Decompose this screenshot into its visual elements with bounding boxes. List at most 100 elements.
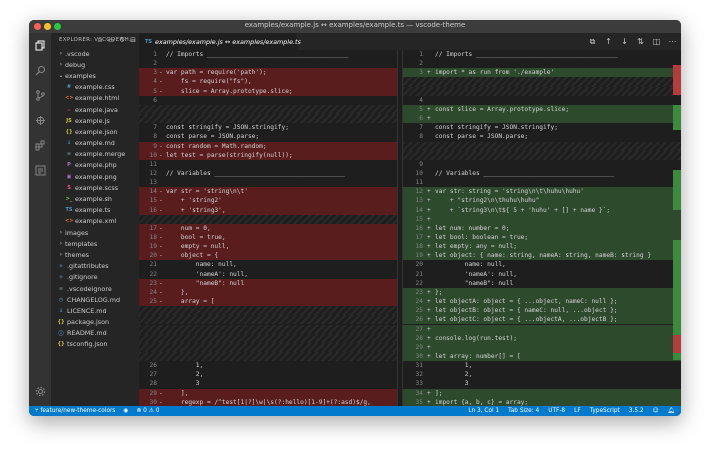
code-line[interactable]: 19 + let object: { name: string, nameA: st… [403,251,681,261]
code-line[interactable]: 17- num = 0, [139,223,397,233]
next-change-icon[interactable]: ↓ [620,37,629,46]
panel-icon[interactable] [34,164,46,176]
extensions-icon[interactable] [34,139,46,151]
problems-indicator[interactable]: ⊗ 0 ⚠ 0 [136,406,159,416]
code-line[interactable]: 8 const parse = JSON.parse; [139,132,397,141]
code-line[interactable]: 29- ], [139,388,397,398]
code-line[interactable]: 27 2, [139,370,397,379]
folder-item[interactable]: › images [51,227,139,238]
code-line[interactable]: 20- object = { [139,251,397,261]
code-line[interactable]: 21 'nameA': null, [403,270,681,279]
code-line[interactable]: 18 + let empty: any = null; [403,242,681,252]
code-line[interactable]: 15 + [403,214,681,224]
folder-item[interactable]: ⌄ examples [51,70,139,81]
code-line[interactable]: 21 name: null, [139,260,397,269]
tab-diff[interactable]: TS examples/example.js ↔ examples/exampl… [139,33,301,50]
code-line[interactable]: 19- empty = null, [139,242,397,252]
code-line[interactable]: 5- slice = Array.prototype.slice; [139,86,397,96]
code-line[interactable]: 17 + let bool: boolean = true; [403,233,681,243]
files-icon[interactable] [34,39,46,51]
language-mode[interactable]: TypeScript [590,406,620,416]
file-item[interactable]: Sexample.scss [51,182,139,193]
file-item[interactable]: Pexample.php [51,160,139,171]
encoding[interactable]: UTF-8 [548,406,565,416]
file-item[interactable]: ↓ example.md [51,138,139,149]
code-line[interactable]: 6 + [403,114,681,124]
code-line[interactable]: 13 [139,178,397,187]
code-line[interactable]: 35 + import {a, b, c} = array; [403,397,681,406]
code-line[interactable]: 8 const parse = JSON.parse; [403,132,681,141]
feedback-icon[interactable]: ☺ [653,406,659,416]
source-control-icon[interactable] [34,89,46,101]
file-item[interactable]: ◆ .gitignore [51,272,139,283]
file-item[interactable]: # example.css [51,82,139,93]
new-file-icon[interactable]: ▫ [96,36,104,44]
code-line[interactable]: 4 [403,96,681,105]
code-line[interactable]: 23 +}; [403,287,681,298]
code-line[interactable]: 16- + 'string3', [139,205,397,215]
code-line[interactable]: 12 + var str: string = 'string\n\t\huhu\hu… [403,187,681,197]
file-item[interactable]: <> example.html [51,93,139,104]
code-line[interactable]: 6 [139,96,397,105]
code-line[interactable]: 13 + + "string2\n\thuhu\huhu" [403,196,681,206]
code-line[interactable]: 26 + let objectC: object = { ...objectA, .… [403,315,681,325]
diff-original-pane[interactable]: 1 // Imports ____________________________… [139,50,397,406]
refresh-icon[interactable]: ↻ [118,36,126,44]
debug-icon[interactable] [34,114,46,126]
code-line[interactable]: 26 1, [139,361,397,370]
code-line[interactable]: 29 + [403,342,681,352]
folder-item[interactable]: › debug [51,59,139,70]
code-line[interactable]: 3 + import * as run from './example' [403,68,681,78]
code-line[interactable]: 16 + let num: number = 0; [403,223,681,233]
file-item[interactable]: ◆ .gitattributes [51,261,139,272]
file-item[interactable]: ☕ example.java [51,104,139,115]
folder-item[interactable]: › themes [51,249,139,260]
code-line[interactable]: 23- "nameB": null [139,278,397,288]
inline-view-icon[interactable]: ⇅ [636,37,645,46]
code-line[interactable]: 15- + 'string2' [139,196,397,206]
code-line[interactable]: 1 // Imports ____________________________… [403,50,681,59]
code-line[interactable]: 33 3 [403,379,681,388]
notifications-icon[interactable]: 🔔︎ [668,406,675,416]
code-line[interactable]: 10- let test = parse(stringify(null)); [139,150,397,160]
code-line[interactable]: 2 [403,59,681,68]
code-line[interactable]: 30 + let array: number[] = [ [403,351,681,362]
code-line[interactable]: 28 3 [139,379,397,388]
gear-icon[interactable] [34,385,46,397]
collapse-icon[interactable]: ⊟ [129,36,137,44]
diff-modified-pane[interactable]: 1 // Imports ____________________________… [403,50,681,406]
code-line[interactable]: 9- const random = Math.random; [139,141,397,151]
file-item[interactable]: ≡ .vscodeignore [51,283,139,294]
file-item[interactable]: {} tsconfig.json [51,339,139,350]
code-line[interactable]: 14 + + `string3\n\t${ 5 + 'huhu' + [] + n… [403,205,681,215]
code-line[interactable]: 11 [139,160,397,169]
code-line[interactable]: 22 "nameB": null [403,279,681,288]
file-item[interactable]: >_ example.sh [51,193,139,204]
folder-item[interactable]: › .vscode [51,48,139,59]
search-icon[interactable] [34,64,46,76]
code-line[interactable]: 27 + [403,324,681,334]
ts-version[interactable]: 3.5.2 [629,406,644,416]
code-line[interactable]: 3- var path = require('path'); [139,68,397,78]
live-share-icon[interactable]: ◉ [123,406,128,416]
overview-ruler[interactable] [673,50,681,406]
code-line[interactable]: 12 // Variables _________________________… [139,169,397,178]
code-line[interactable]: 22 'nameA': null, [139,270,397,279]
code-line[interactable]: 2 [139,59,397,68]
code-line[interactable]: 14- var str = 'string\n\t' [139,187,397,197]
branch-indicator[interactable]: ⑂ feature/new-theme-colors [35,406,115,416]
code-line[interactable]: 24- }, [139,287,397,298]
code-line[interactable]: 20 name: null, [403,260,681,269]
code-line[interactable]: 11 [403,178,681,187]
previous-change-icon[interactable]: ↑ [604,37,613,46]
folder-item[interactable]: › templates [51,238,139,249]
file-item[interactable]: ◷ CHANGELOG.md [51,294,139,305]
code-line[interactable]: 18- bool = true, [139,233,397,243]
code-line[interactable]: 7 const stringify = JSON.stringify; [139,123,397,132]
code-line[interactable]: 5 + const slice = Array.prototype.slice; [403,104,681,115]
file-item[interactable]: {} example.json [51,126,139,137]
file-item[interactable]: TS example.ts [51,205,139,216]
file-item[interactable]: JS example.js [51,115,139,126]
code-line[interactable]: 32 2, [403,370,681,379]
file-item[interactable]: ≡ example.merge [51,149,139,160]
